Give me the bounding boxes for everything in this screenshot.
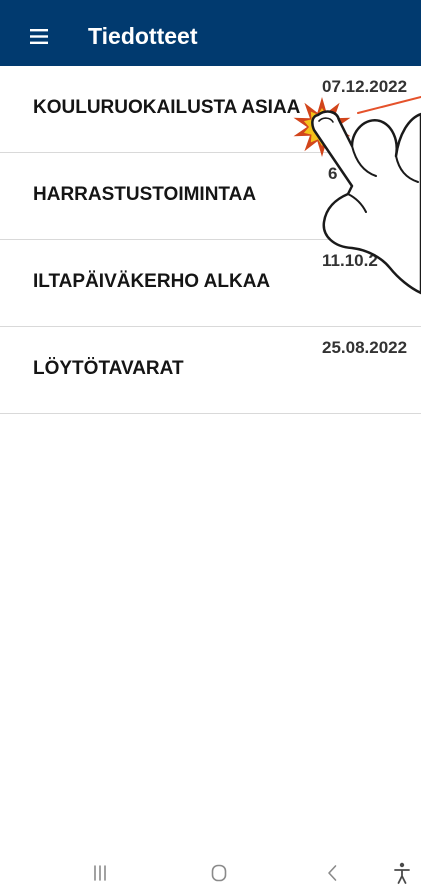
recent-apps-button[interactable] [84,853,118,893]
app-title: Tiedotteet [88,23,198,49]
back-icon [328,865,337,881]
home-button[interactable] [202,853,236,893]
announcement-list: KOULURUOKAILUSTA ASIAA 07.12.2022 HARRAS… [0,66,421,414]
home-icon [211,864,227,882]
announcement-item[interactable]: ILTAPÄIVÄKERHO ALKAA 11.10.2 [0,240,421,327]
announcement-item[interactable]: KOULURUOKAILUSTA ASIAA 07.12.2022 [0,66,421,153]
system-navigation-bar [0,853,421,893]
recent-apps-icon [94,865,106,881]
announcement-title: HARRASTUSTOIMINTAA [33,184,257,205]
announcement-date: 25.08.2022 [322,338,408,357]
announcement-title: KOULURUOKAILUSTA ASIAA [33,97,301,118]
announcement-title: LÖYTÖTAVARAT [33,358,184,379]
hamburger-menu-icon [30,29,48,44]
menu-button[interactable] [24,22,54,52]
announcement-date: 07.12.2022 [322,77,408,96]
announcement-date: 6 [328,164,338,183]
announcement-title: ILTAPÄIVÄKERHO ALKAA [33,271,271,292]
announcement-item[interactable]: HARRASTUSTOIMINTAA 6 [0,153,421,240]
app-bar: Tiedotteet [0,0,421,66]
accessibility-icon [394,862,410,884]
back-button[interactable] [315,853,349,893]
announcement-date: 11.10.2 [322,251,378,270]
announcement-item[interactable]: LÖYTÖTAVARAT 25.08.2022 [0,327,421,414]
accessibility-button[interactable] [385,853,419,893]
